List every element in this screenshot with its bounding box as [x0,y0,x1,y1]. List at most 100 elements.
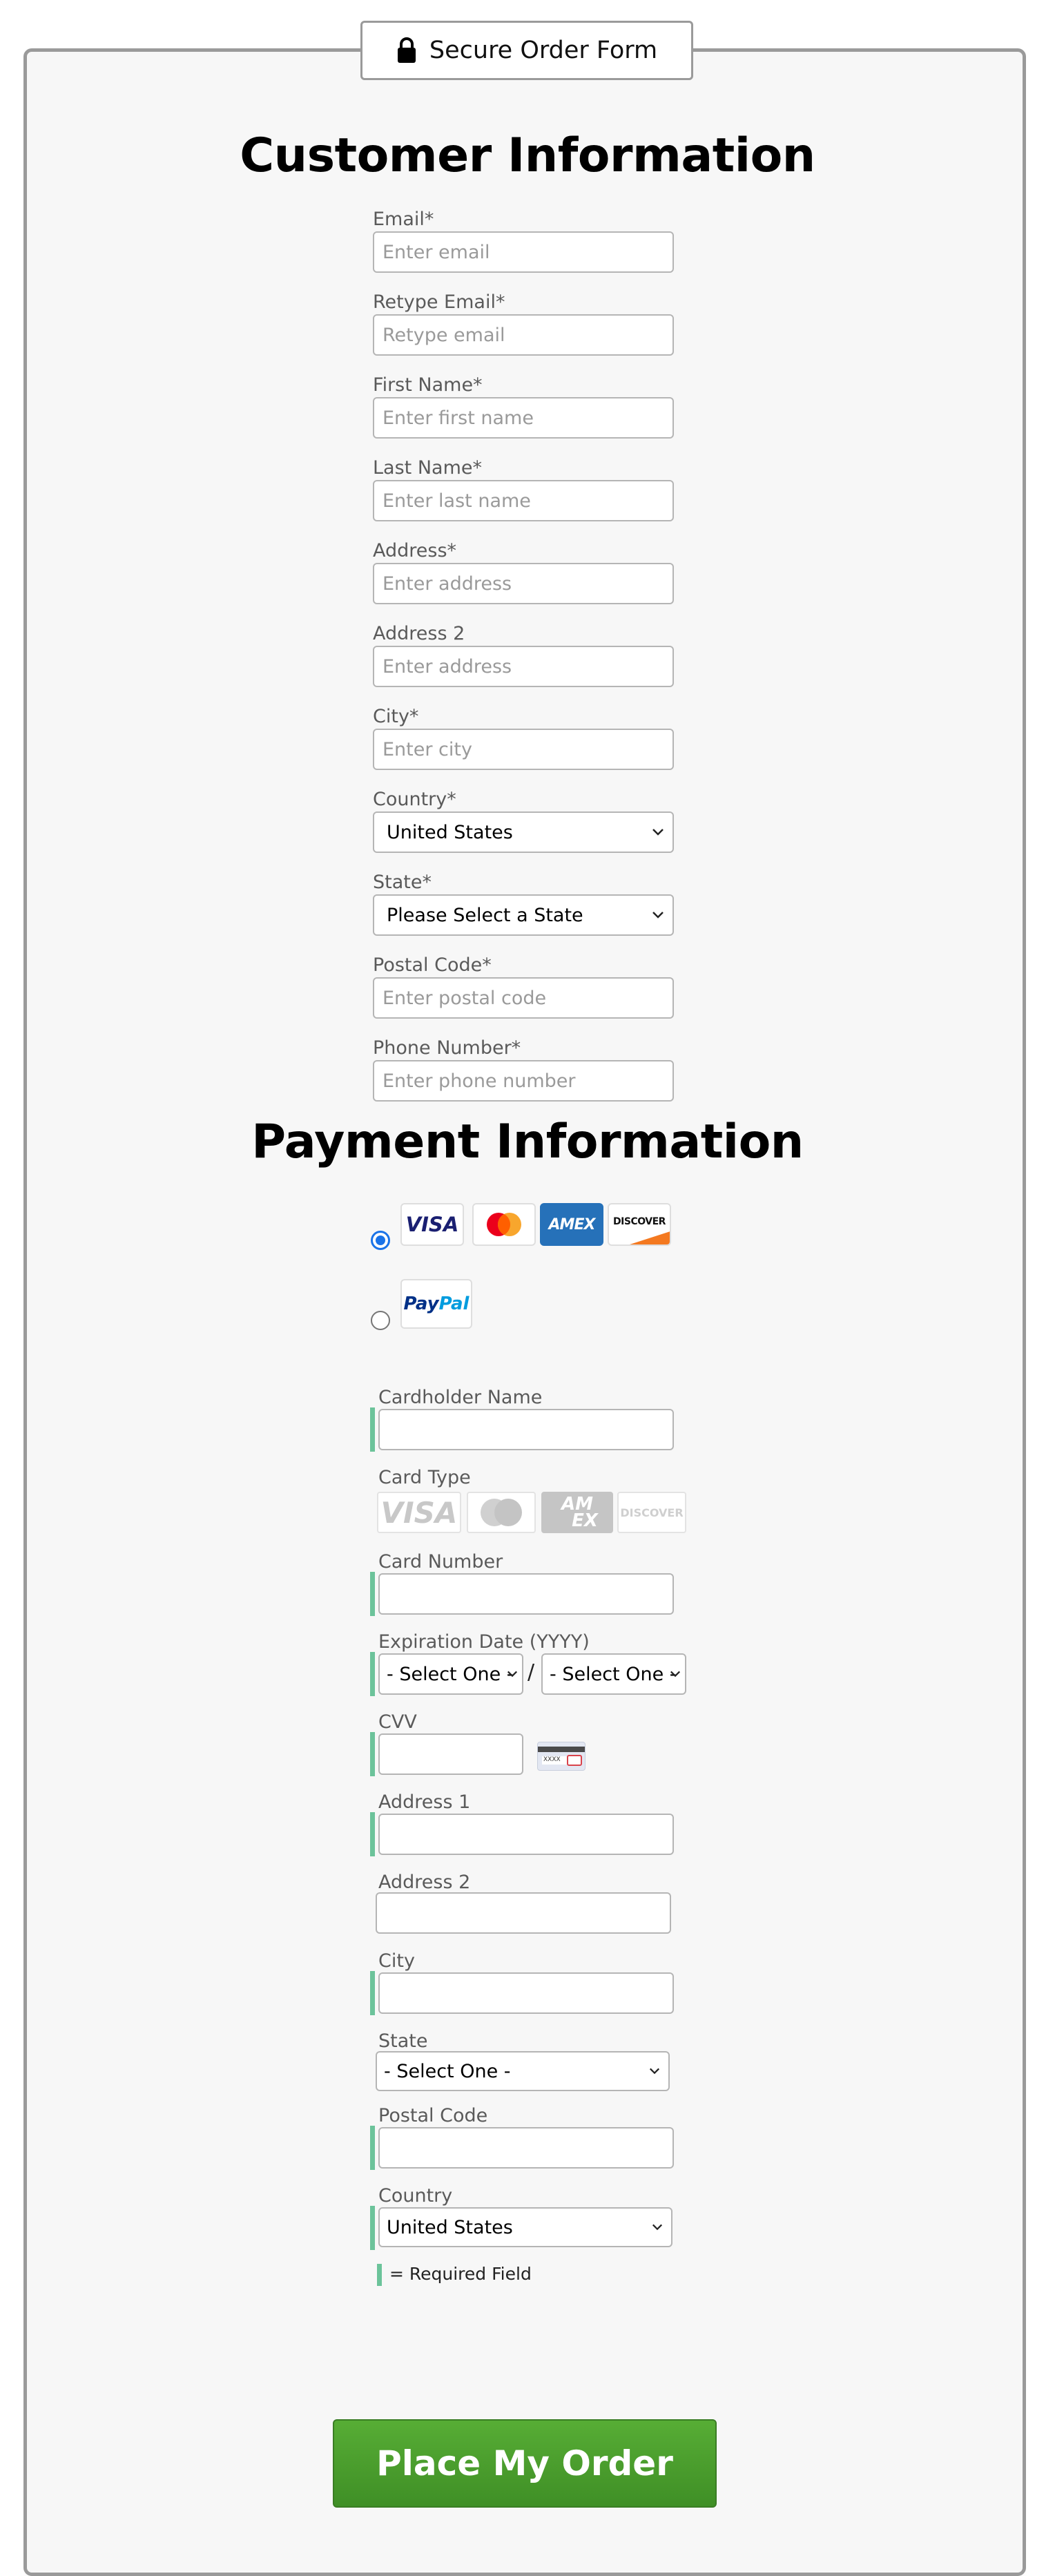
mastercard-logo [472,1203,536,1246]
paypal-pay-text: Pay [403,1294,439,1314]
card-number-input[interactable] [378,1573,674,1615]
required-marker [370,1407,375,1452]
card-number-label: Card Number [378,1551,503,1573]
postal-code-label: Postal Code* [373,954,492,976]
card-type-amex-text-bottom: EX [572,1510,598,1531]
card-type-amex[interactable]: AM EX [541,1492,613,1533]
required-legend-text: = Required Field [389,2264,532,2284]
credit-card-radio[interactable] [371,1231,390,1250]
chevron-down-icon [670,1671,681,1678]
billing-country-value: United States [387,2216,513,2238]
required-marker [370,1572,375,1616]
paypal-logo-text: PayPal [404,1294,470,1314]
amex-logo: AMEX [540,1203,603,1246]
last-name-input[interactable]: Enter last name [373,480,674,521]
paypal-radio[interactable] [371,1311,390,1330]
lock-icon [397,37,416,63]
expiration-year-select[interactable]: - Select One - [541,1653,686,1695]
cvv-card-digits: XXXX [543,1756,561,1763]
expiration-date-label: Expiration Date (YYYY) [378,1631,590,1653]
billing-country-label: Country [378,2185,453,2207]
cvv-input[interactable] [378,1733,523,1775]
paypal-logo: PayPal [400,1279,472,1329]
country-select[interactable]: United States [373,811,674,853]
discover-logo-text: DISCOVER [613,1216,666,1227]
cvv-highlight [567,1755,582,1766]
phone-label: Phone Number* [373,1037,521,1059]
mastercard-icon [487,1213,521,1236]
card-type-mastercard[interactable] [467,1492,536,1533]
cardholder-name-label: Cardholder Name [378,1387,543,1408]
required-marker [370,1812,375,1856]
visa-logo-text: VISA [405,1213,459,1236]
billing-state-label: State [378,2030,428,2052]
card-type-label: Card Type [378,1467,471,1488]
cvv-label: CVV [378,1711,417,1733]
chevron-down-icon [652,912,664,919]
expiration-month-value: - Select One - [387,1663,514,1685]
postal-code-input[interactable]: Enter postal code [373,977,674,1019]
card-type-discover-text: DISCOVER [620,1506,684,1519]
paypal-pal-text: Pal [438,1294,470,1314]
required-marker [370,2126,375,2170]
first-name-label: First Name* [373,374,483,396]
billing-state-value: - Select One - [384,2060,511,2082]
required-legend-marker [377,2264,382,2286]
required-marker [370,1971,375,2015]
required-marker [370,2206,375,2250]
expiration-separator: / [528,1660,535,1684]
expiration-month-select[interactable]: - Select One - [378,1653,523,1695]
required-marker [370,1652,375,1696]
country-label: Country* [373,789,456,810]
first-name-input[interactable]: Enter first name [373,397,674,439]
amex-logo-text: AMEX [548,1215,596,1233]
expiration-year-value: - Select One - [550,1663,677,1685]
retype-email-input[interactable]: Retype email [373,314,674,356]
email-input[interactable]: Enter email [373,231,674,273]
card-type-visa-text: VISA [380,1495,458,1530]
city-input[interactable]: Enter city [373,729,674,770]
chevron-down-icon [507,1671,518,1678]
billing-state-select[interactable]: - Select One - [376,2051,670,2091]
card-type-visa[interactable]: VISA [377,1492,461,1533]
phone-input[interactable]: Enter phone number [373,1060,674,1102]
state-select-value: Please Select a State [387,904,583,926]
address-label: Address* [373,540,457,561]
country-select-value: United States [387,821,513,843]
discover-logo: DISCOVER [608,1203,671,1246]
email-label: Email* [373,209,434,230]
address2-input[interactable]: Enter address [373,646,674,687]
discover-swoosh-icon [630,1231,670,1244]
chevron-down-icon [652,829,664,836]
chevron-down-icon [652,2224,663,2231]
card-type-discover[interactable]: DISCOVER [617,1492,686,1533]
state-select[interactable]: Please Select a State [373,894,674,936]
required-marker [370,1732,375,1776]
billing-city-input[interactable] [378,1972,674,2014]
customer-info-heading: Customer Information [240,128,815,183]
billing-postal-input[interactable] [378,2127,674,2169]
secure-order-title: Secure Order Form [429,37,658,64]
payment-info-heading: Payment Information [251,1115,804,1169]
visa-logo: VISA [400,1203,464,1246]
mastercard-gray-icon [481,1499,522,1526]
state-label: State* [373,872,432,893]
place-order-button[interactable]: Place My Order [333,2419,717,2508]
billing-address2-label: Address 2 [378,1872,471,1893]
billing-postal-label: Postal Code [378,2105,488,2126]
cardholder-name-input[interactable] [378,1409,674,1450]
retype-email-label: Retype Email* [373,291,505,313]
secure-order-tab: Secure Order Form [360,21,693,80]
billing-address2-input[interactable] [376,1892,671,1934]
billing-address1-input[interactable] [378,1814,674,1855]
chevron-down-icon [649,2068,660,2075]
address2-label: Address 2 [373,623,465,644]
billing-address1-label: Address 1 [378,1791,471,1813]
last-name-label: Last Name* [373,457,482,479]
city-label: City* [373,706,419,727]
cvv-card-stripe [538,1747,585,1752]
billing-city-label: City [378,1950,415,1972]
billing-country-select[interactable]: United States [378,2207,672,2247]
cvv-card-icon: XXXX [537,1742,585,1771]
address-input[interactable]: Enter address [373,563,674,604]
